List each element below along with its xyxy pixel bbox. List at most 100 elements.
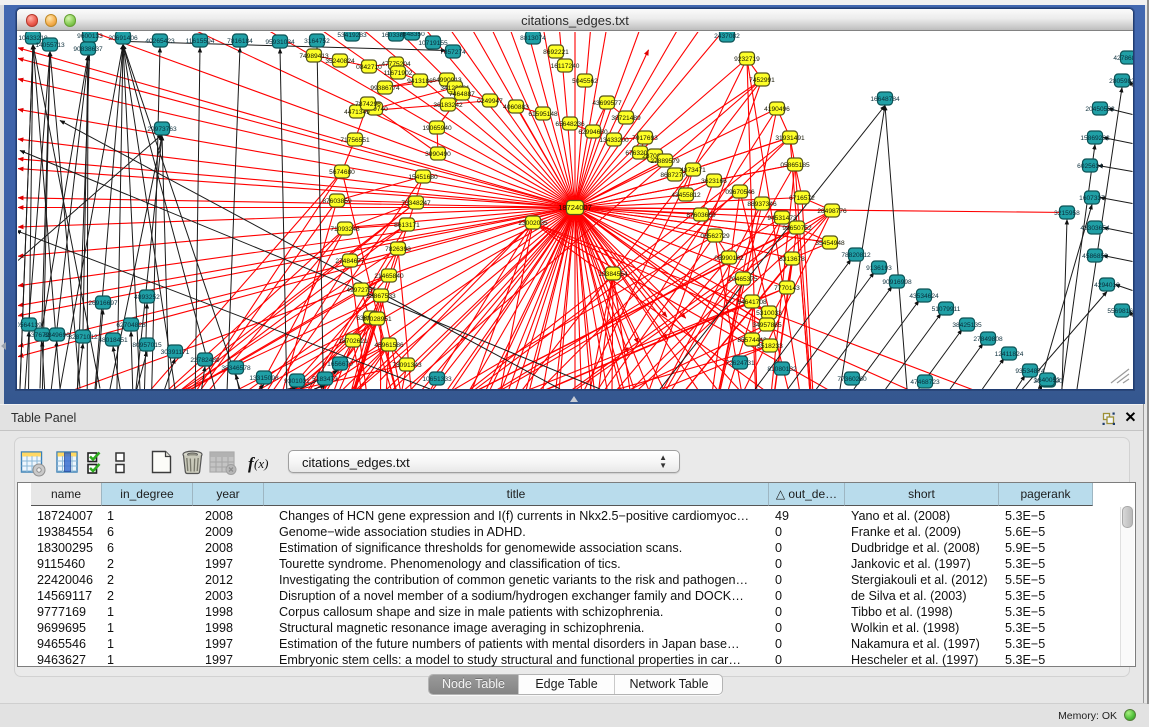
svg-text:22782489: 22782489 — [190, 356, 220, 363]
svg-text:7464887: 7464887 — [449, 90, 475, 97]
svg-text:09670546: 09670546 — [725, 188, 755, 195]
svg-text:87603669: 87603669 — [686, 211, 716, 218]
svg-text:87603859: 87603859 — [322, 197, 352, 204]
svg-text:5045562: 5045562 — [572, 77, 598, 84]
svg-text:64641708: 64641708 — [737, 298, 767, 305]
svg-text:29973763: 29973763 — [147, 125, 177, 132]
svg-text:19384554: 19384554 — [598, 270, 628, 277]
svg-text:6716572: 6716572 — [789, 194, 815, 201]
svg-text:06990162: 06990162 — [714, 254, 744, 261]
svg-text:11671902: 11671902 — [383, 69, 412, 76]
svg-text:7770143: 7770143 — [774, 284, 800, 291]
svg-text:42786801: 42786801 — [1113, 54, 1133, 61]
svg-text:43699577: 43699577 — [592, 99, 622, 106]
svg-text:21465840: 21465840 — [374, 272, 404, 279]
svg-text:4893252: 4893252 — [134, 293, 160, 300]
svg-text:43534624: 43534624 — [909, 292, 939, 299]
svg-text:1607337: 1607337 — [1079, 194, 1105, 201]
svg-text:62994680: 62994680 — [578, 128, 608, 135]
svg-text:51079911: 51079911 — [931, 305, 960, 312]
svg-text:3518233: 3518233 — [757, 342, 783, 349]
svg-text:7857274: 7857274 — [440, 48, 466, 55]
svg-text:9600133: 9600133 — [77, 32, 103, 39]
svg-text:2805982: 2805982 — [1109, 77, 1133, 84]
svg-text:6025634: 6025634 — [1077, 162, 1103, 169]
svg-text:4586850: 4586850 — [1082, 252, 1108, 259]
svg-text:43303654: 43303654 — [1080, 224, 1110, 231]
svg-text:48018451: 48018451 — [98, 336, 128, 343]
svg-text:90916998: 90916998 — [882, 278, 912, 285]
svg-text:95931034: 95931034 — [265, 38, 295, 45]
svg-text:19065940: 19065940 — [422, 124, 452, 131]
svg-text:9301031: 9301031 — [284, 377, 310, 384]
svg-text:27849808: 27849808 — [973, 335, 1003, 342]
svg-text:81080132: 81080132 — [767, 365, 797, 372]
svg-text:38346578: 38346578 — [221, 364, 251, 371]
svg-text:26916697: 26916697 — [88, 299, 118, 306]
svg-text:8692221: 8692221 — [543, 48, 569, 55]
svg-text:06562729: 06562729 — [700, 232, 730, 239]
svg-text:16648784: 16648784 — [870, 95, 900, 102]
svg-text:90838637: 90838637 — [73, 45, 103, 52]
svg-text:(x): (x) — [254, 456, 268, 471]
svg-text:27484677: 27484677 — [335, 257, 365, 264]
svg-text:1656670: 1656670 — [327, 360, 353, 367]
svg-text:20465375: 20465375 — [728, 275, 758, 282]
svg-text:1640052: 1640052 — [1034, 376, 1060, 383]
svg-text:71093248: 71093248 — [330, 225, 360, 232]
svg-text:10651333: 10651333 — [422, 375, 452, 382]
svg-text:13433200: 13433200 — [599, 136, 629, 143]
svg-text:38721489: 38721489 — [611, 114, 641, 121]
svg-text:3215958: 3215958 — [1054, 209, 1080, 216]
svg-text:70348247: 70348247 — [401, 199, 431, 206]
svg-text:7648350: 7648350 — [399, 32, 425, 38]
svg-text:20450533: 20450533 — [1085, 105, 1115, 112]
svg-text:99650752: 99650752 — [782, 224, 812, 231]
svg-text:18702621: 18702621 — [338, 337, 368, 344]
svg-text:7874296: 7874296 — [355, 100, 381, 107]
svg-text:3164752: 3164752 — [304, 37, 330, 44]
svg-text:14055713: 14055713 — [35, 41, 65, 48]
svg-text:77360260: 77360260 — [837, 375, 867, 382]
svg-text:53419283: 53419283 — [337, 32, 367, 39]
svg-text:36183242: 36183242 — [433, 101, 463, 108]
svg-text:27889579: 27889579 — [650, 157, 680, 164]
svg-text:20691406: 20691406 — [108, 34, 138, 41]
svg-text:0249947: 0249947 — [477, 97, 503, 104]
svg-text:05865185: 05865185 — [780, 161, 810, 168]
svg-text:15869232: 15869232 — [1080, 134, 1110, 141]
svg-text:5310033: 5310033 — [756, 309, 782, 316]
svg-text:40265423: 40265423 — [145, 37, 175, 44]
svg-text:35454948: 35454948 — [815, 239, 845, 246]
svg-text:71756551: 71756551 — [340, 136, 370, 143]
svg-text:3990490: 3990490 — [425, 150, 451, 157]
svg-text:4060883: 4060883 — [503, 103, 529, 110]
svg-text:11615594: 11615594 — [185, 37, 214, 44]
svg-text:12411824: 12411824 — [994, 350, 1023, 357]
svg-text:28498776: 28498776 — [817, 207, 847, 214]
svg-text:9413186: 9413186 — [407, 77, 433, 84]
svg-text:27028951: 27028951 — [362, 315, 392, 322]
svg-text:31931491: 31931491 — [775, 134, 805, 141]
svg-text:4873471: 4873471 — [680, 166, 706, 173]
svg-text:30391171: 30391171 — [160, 348, 189, 355]
svg-text:2437082: 2437082 — [714, 32, 740, 39]
svg-text:8313678: 8313678 — [779, 255, 805, 262]
svg-text:78820812: 78820812 — [841, 251, 871, 258]
svg-text:0842710: 0842710 — [356, 63, 382, 70]
svg-text:61595148: 61595148 — [528, 110, 558, 117]
svg-text:23002035: 23002035 — [518, 219, 548, 226]
svg-text:8613171: 8613171 — [394, 221, 420, 228]
svg-text:47468723: 47468723 — [910, 378, 940, 385]
svg-text:18724007: 18724007 — [558, 202, 592, 211]
svg-text:15451680: 15451680 — [408, 173, 438, 180]
svg-text:7816184: 7816184 — [227, 37, 253, 44]
svg-text:4190496: 4190496 — [764, 105, 790, 112]
svg-text:62704828: 62704828 — [116, 321, 146, 328]
svg-text:7452991: 7452991 — [749, 76, 775, 83]
svg-text:99386774: 99386774 — [370, 84, 400, 91]
svg-text:58867533: 58867533 — [366, 292, 396, 299]
svg-text:3623166: 3623166 — [701, 177, 727, 184]
svg-text:8813074: 8813074 — [520, 34, 546, 41]
svg-text:13315098: 13315098 — [249, 374, 279, 381]
